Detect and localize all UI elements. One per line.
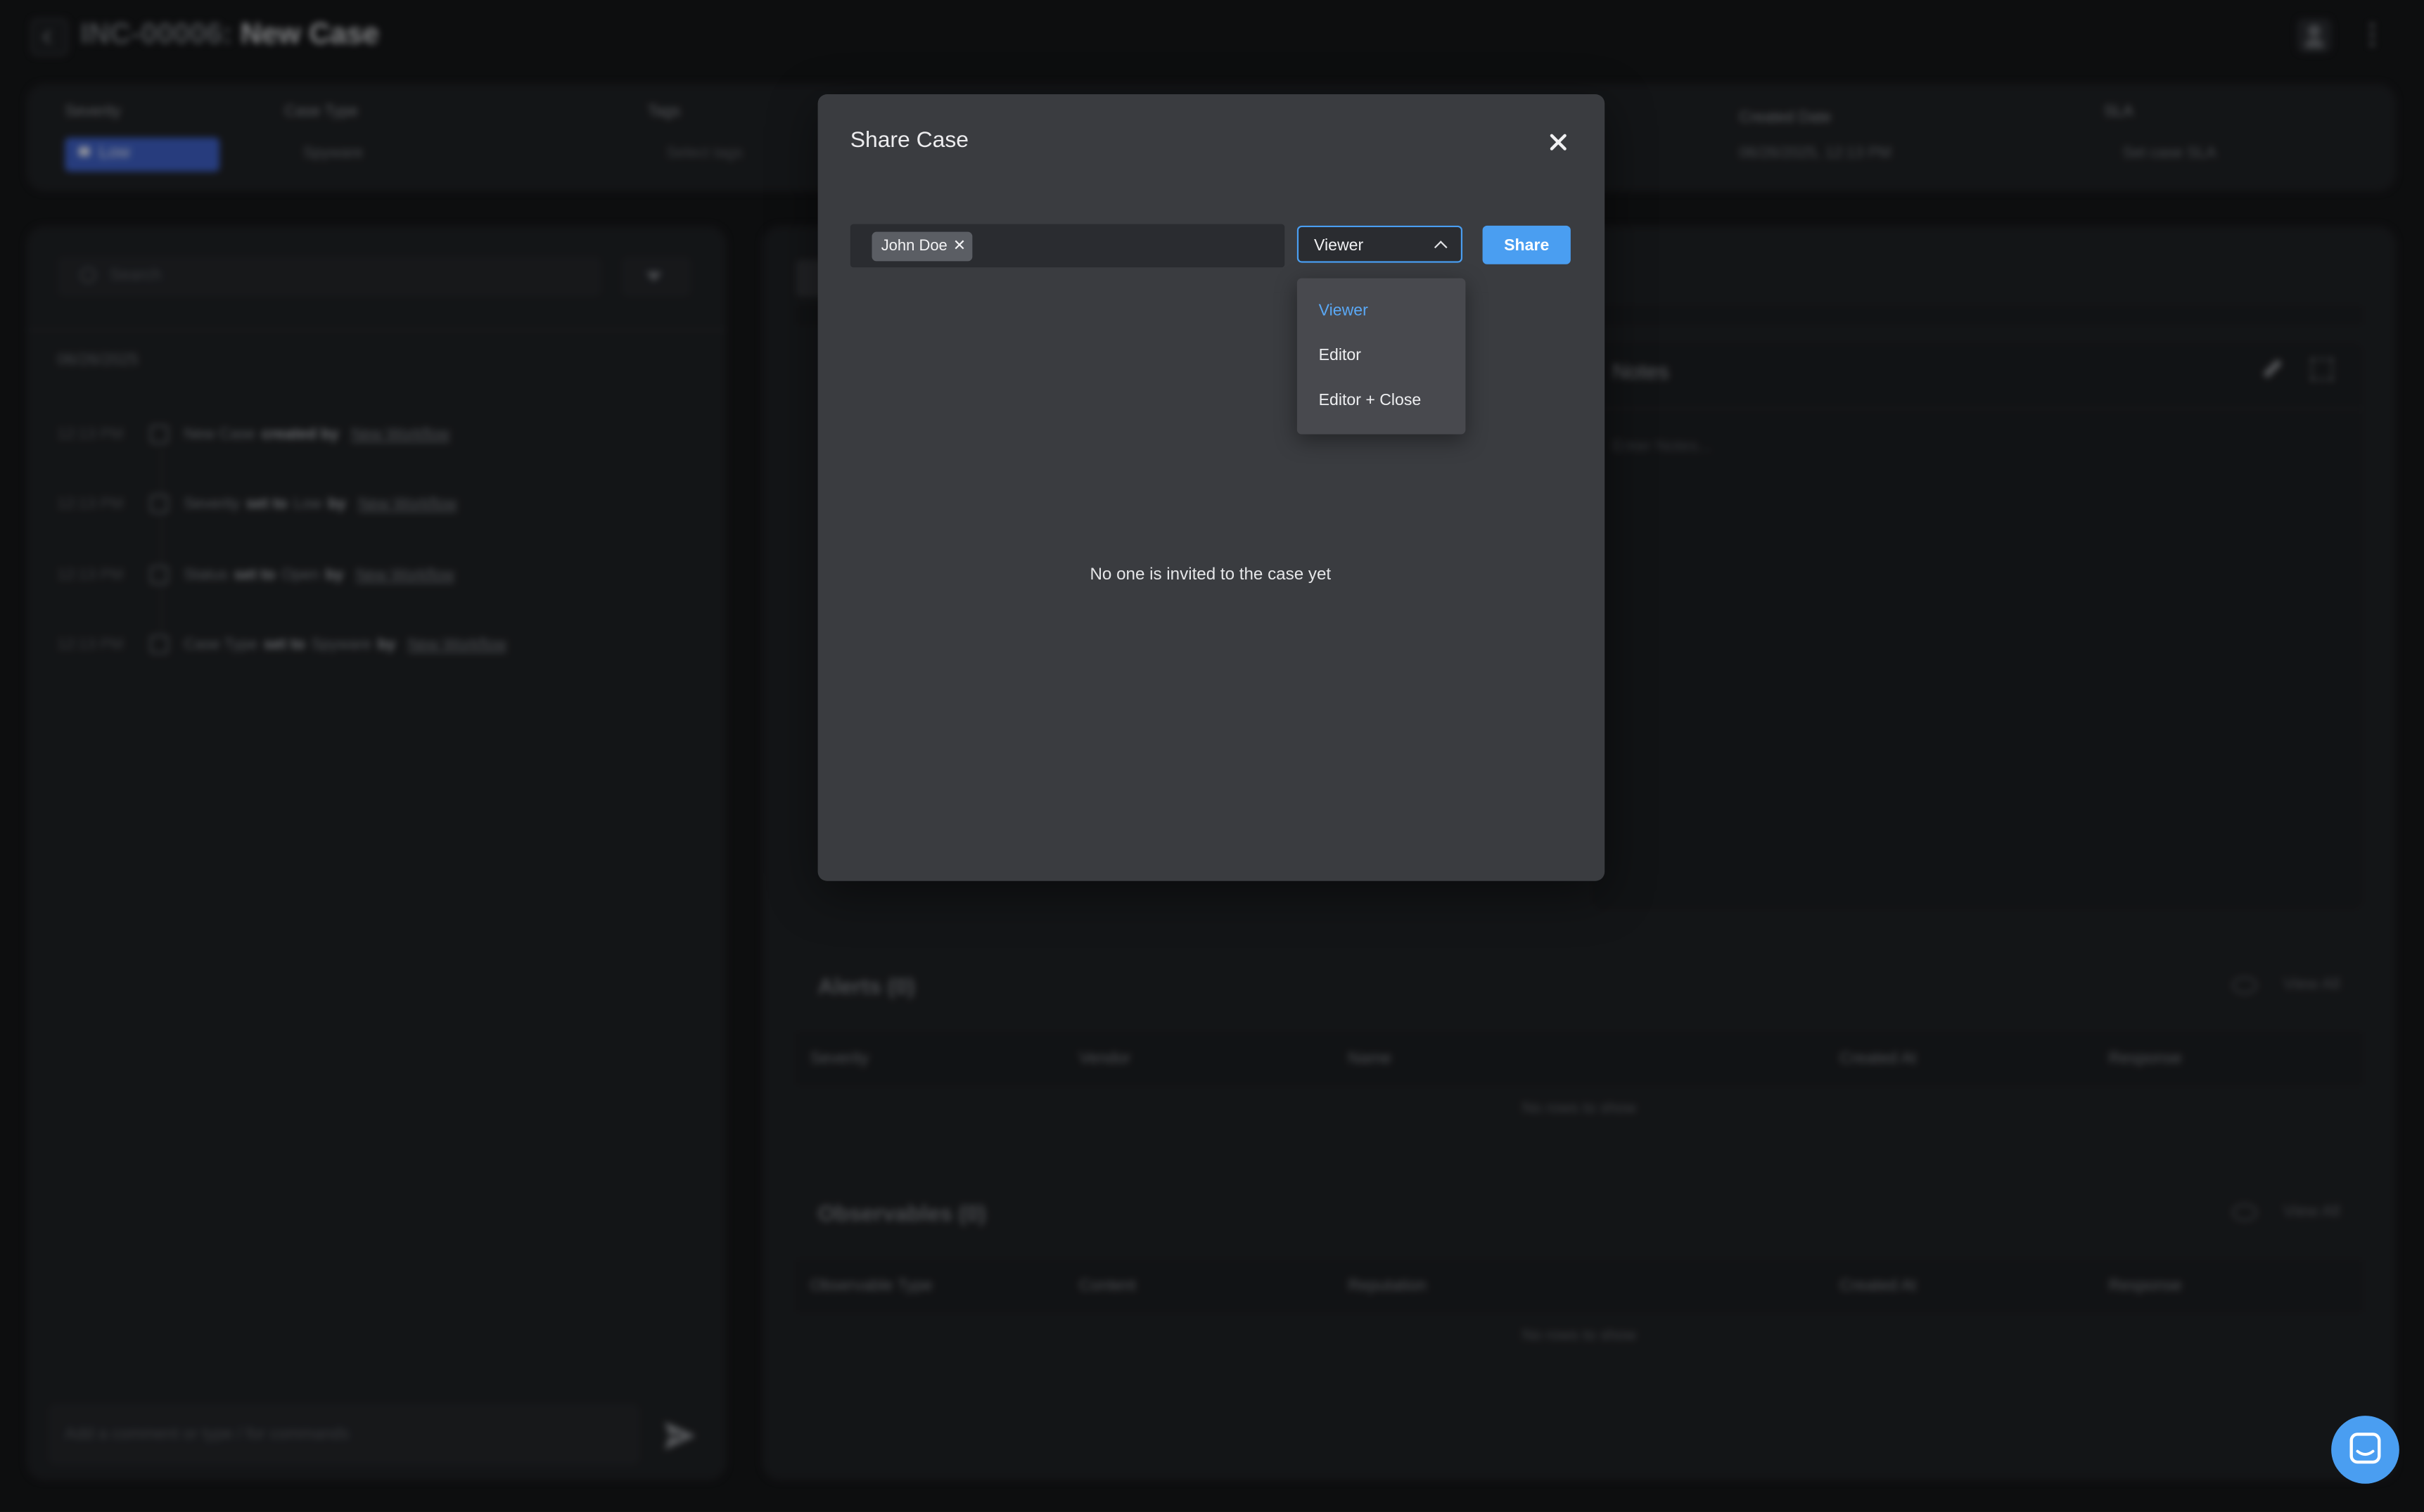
role-select[interactable]: Viewer (1296, 225, 1463, 263)
share-button[interactable]: Share (1482, 225, 1571, 264)
empty-invited-message: No one is invited to the case yet (1090, 565, 1332, 584)
role-option-editor-close[interactable]: Editor + Close (1319, 391, 1422, 409)
role-option-editor[interactable]: Editor (1319, 346, 1361, 364)
chat-support-button[interactable] (2331, 1416, 2399, 1484)
chevron-up-icon (1434, 241, 1448, 254)
share-case-modal: Share Case John Doe ✕ Viewer Share No on… (817, 94, 1605, 881)
role-dropdown-menu: Viewer Editor Editor + Close (1296, 278, 1466, 435)
role-option-viewer[interactable]: Viewer (1319, 302, 1368, 320)
app-root: INC-00006: New Case Severity Low Case Ty… (0, 0, 2424, 1512)
role-select-value: Viewer (1314, 236, 1364, 255)
invitee-chip: John Doe ✕ (872, 231, 972, 262)
invite-users-input[interactable]: John Doe ✕ (850, 224, 1285, 268)
chat-icon (2349, 1433, 2381, 1464)
modal-title: Share Case (850, 128, 969, 153)
invitee-name: John Doe (881, 238, 948, 255)
remove-invitee-icon[interactable]: ✕ (953, 238, 966, 255)
close-icon[interactable] (1545, 128, 1573, 156)
